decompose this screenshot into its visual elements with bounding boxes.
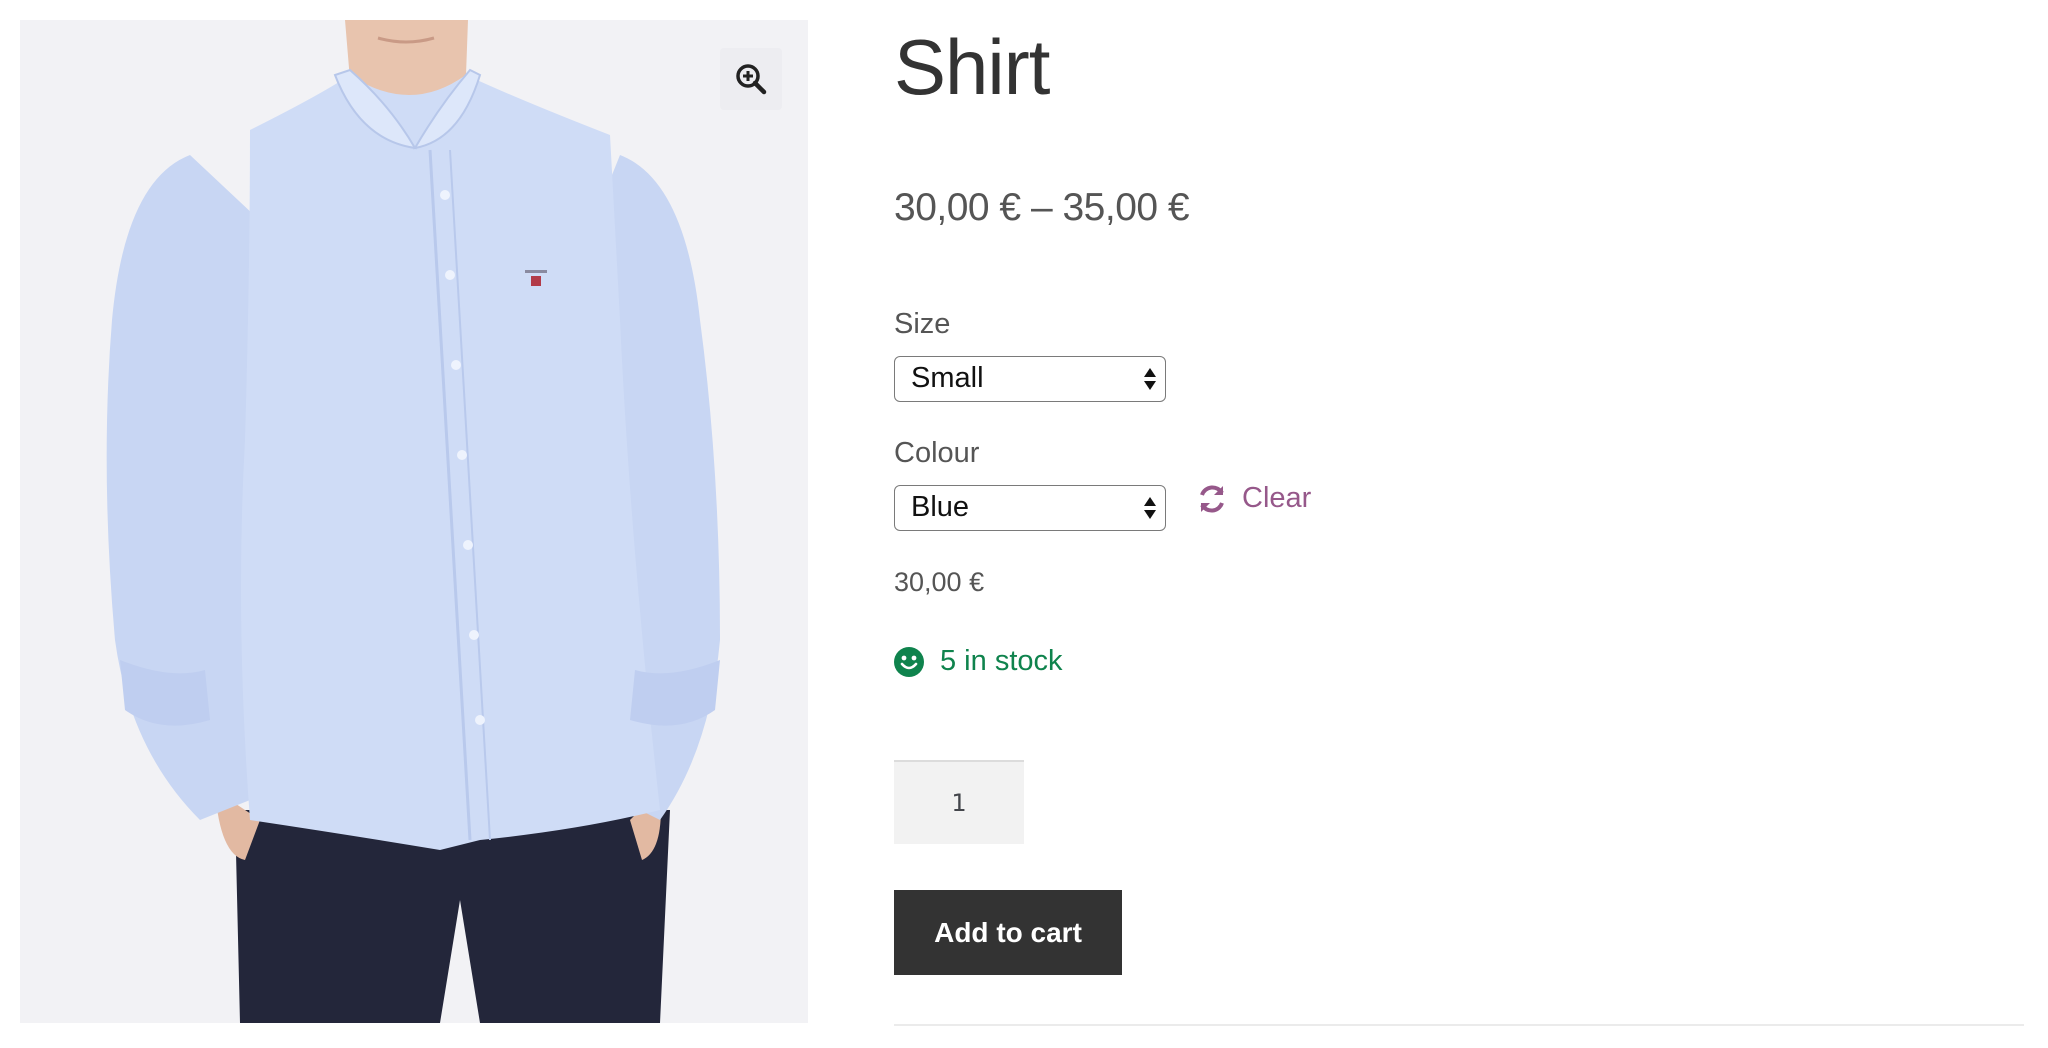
- clear-label: Clear: [1242, 482, 1312, 514]
- quantity-value: 1: [951, 789, 967, 817]
- add-to-cart-button[interactable]: Add to cart: [894, 890, 1122, 975]
- magnifier-plus-icon: [736, 64, 767, 95]
- product-gallery: [20, 20, 808, 1023]
- product-image: [20, 20, 808, 1023]
- stock-status: 5 in stock: [894, 645, 1063, 678]
- product-title: Shirt: [894, 23, 1050, 111]
- zoom-button[interactable]: [720, 48, 782, 110]
- size-label: Size: [894, 308, 951, 340]
- colour-select[interactable]: Blue: [894, 485, 1166, 531]
- size-select[interactable]: Small: [894, 356, 1166, 402]
- divider: [894, 1024, 2024, 1026]
- price-range: 30,00 € – 35,00 €: [894, 186, 1190, 229]
- select-arrows-icon: [1144, 368, 1156, 390]
- quantity-input[interactable]: 1: [894, 760, 1024, 844]
- colour-select-value: Blue: [911, 491, 970, 523]
- select-arrows-icon: [1144, 497, 1156, 519]
- clear-variations-link[interactable]: Clear: [1196, 482, 1311, 515]
- product-summary: Shirt 30,00 € – 35,00 € Size Small Colou…: [894, 0, 2024, 1048]
- variation-price: 30,00 €: [894, 567, 985, 597]
- stock-text: 5 in stock: [940, 645, 1063, 677]
- refresh-icon: [1200, 485, 1224, 512]
- colour-label: Colour: [894, 437, 980, 469]
- size-select-value: Small: [911, 362, 984, 394]
- product-page: Shirt 30,00 € – 35,00 € Size Small Colou…: [0, 0, 2048, 1048]
- smiley-icon: [894, 646, 924, 677]
